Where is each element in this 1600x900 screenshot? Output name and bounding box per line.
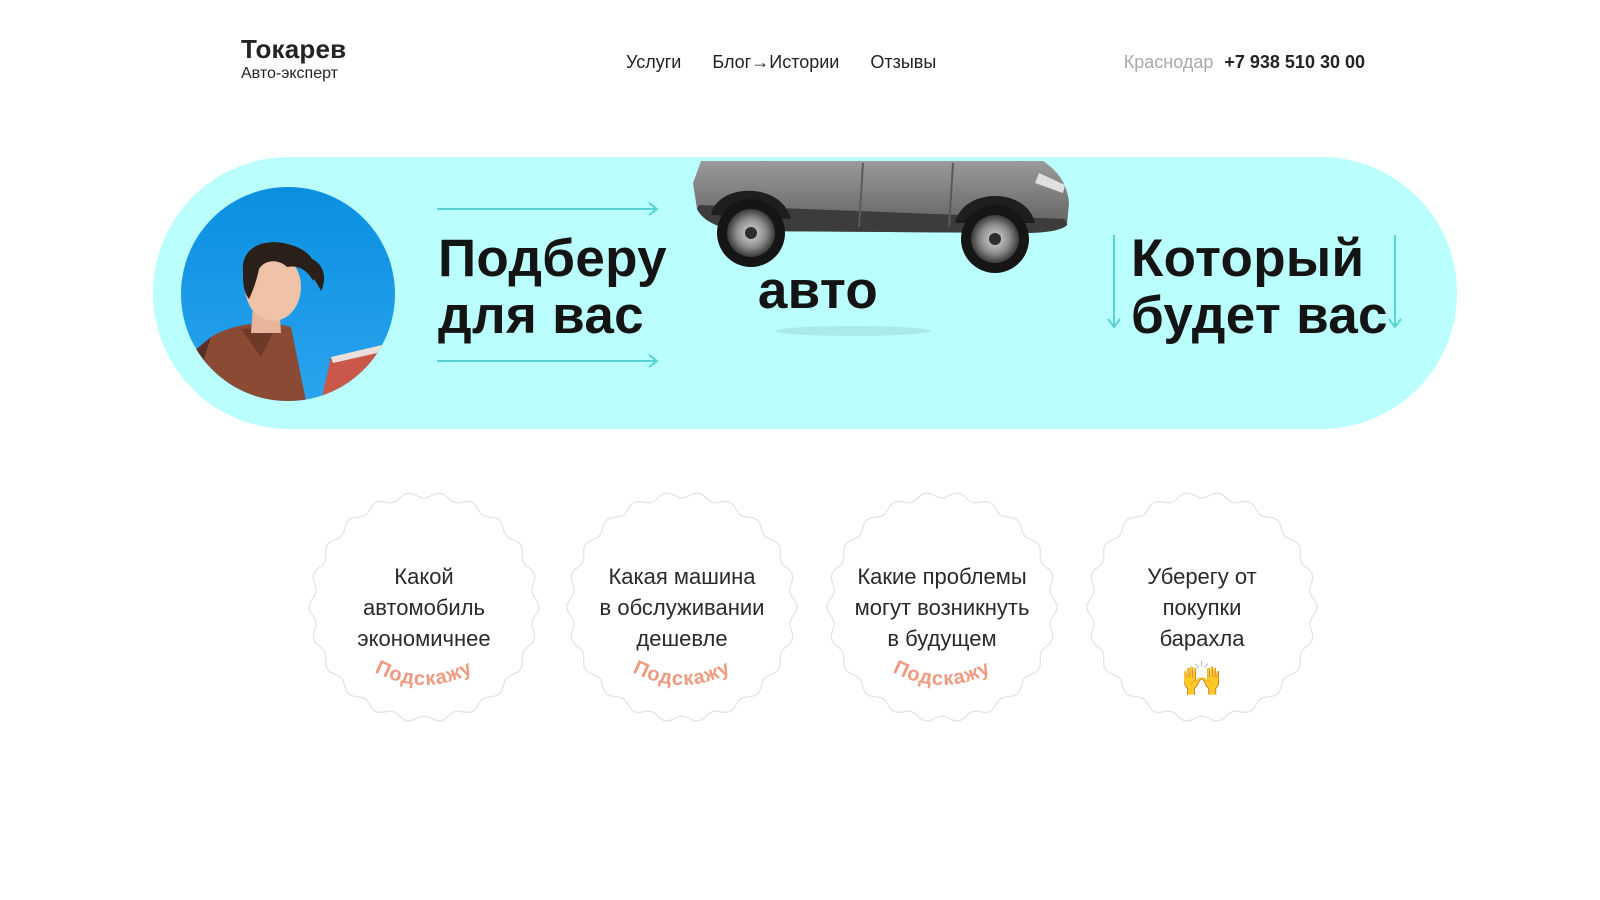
shadow-decoration <box>775 326 931 336</box>
feature-badge[interactable]: Какой автомобиль экономичнее Подскажу <box>306 489 542 725</box>
svg-text:Подскажу: Подскажу <box>630 657 734 691</box>
main-nav: Услуги Блог→Истории Отзывы <box>626 52 936 73</box>
logo[interactable]: Токарев Авто-эксперт <box>241 36 346 82</box>
badge-cta[interactable]: Подскажу <box>824 489 1060 725</box>
feature-badge[interactable]: Уберегу от покупки барахла 🙌 <box>1084 489 1320 725</box>
arrow-right-icon <box>437 202 659 216</box>
nav-item-services[interactable]: Услуги <box>626 52 681 73</box>
raised-hands-icon: 🙌 <box>1180 660 1224 698</box>
site-header: Токарев Авто-эксперт Услуги Блог→Истории… <box>0 0 1600 120</box>
arrow-right-icon <box>437 354 659 368</box>
phone-link[interactable]: +7 938 510 30 00 <box>1224 52 1365 72</box>
feature-badge[interactable]: Какая машина в обслуживании дешевле Подс… <box>564 489 800 725</box>
arrow-down-icon <box>1107 235 1121 329</box>
badge-cta[interactable]: Подскажу <box>306 489 542 725</box>
features-row: Какой автомобиль экономичнее Подскажу Ка… <box>306 489 1326 729</box>
nav-item-blog[interactable]: Блог→Истории <box>712 52 839 73</box>
hero-headline-right: Который будет вас <box>1131 230 1388 344</box>
svg-text:Подскажу: Подскажу <box>890 657 994 691</box>
svg-text:Подскажу: Подскажу <box>372 657 476 691</box>
logo-subtitle: Авто-эксперт <box>241 65 338 82</box>
feature-badge[interactable]: Какие проблемы могут возникнуть в будуще… <box>824 489 1060 725</box>
nav-item-reviews[interactable]: Отзывы <box>870 52 936 73</box>
badge-cta[interactable]: Подскажу <box>564 489 800 725</box>
hero-banner: Подберу для вас авто Который будет вас <box>153 157 1457 429</box>
badge-text: Уберегу от покупки барахла <box>1147 564 1257 651</box>
logo-title: Токарев <box>241 34 347 64</box>
hero-right-line2: будет вас <box>1131 286 1388 345</box>
hero-right-line1: Который <box>1131 229 1365 288</box>
arrow-down-icon <box>1388 235 1402 329</box>
city-label: Краснодар <box>1123 52 1214 72</box>
contact-info: Краснодар +7 938 510 30 00 <box>1124 52 1365 73</box>
